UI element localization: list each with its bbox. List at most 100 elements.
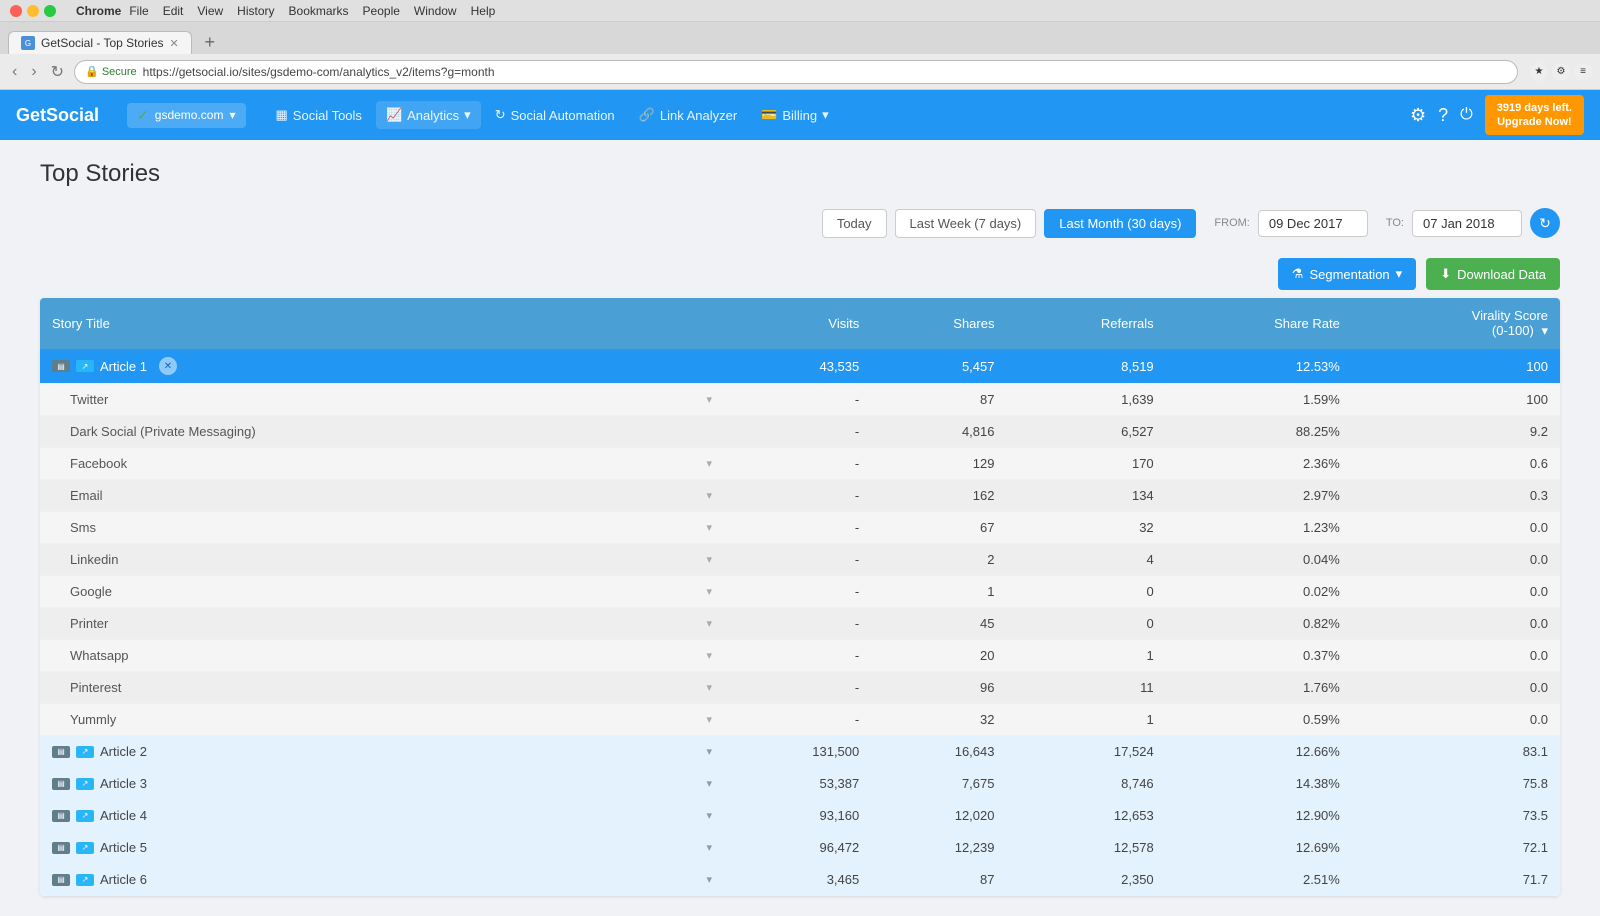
link-analyzer-icon: 🔗 [639, 107, 655, 123]
table-row[interactable]: ▤ ↗ Article 6 ▾ 3,465 87 2,350 2.51% 71.… [40, 864, 1560, 896]
article-title-cell: ▤ ↗ Article 6 ▾ [40, 864, 724, 896]
article-collapse-btn[interactable]: ✕ [159, 357, 177, 375]
menu-view[interactable]: View [197, 4, 223, 18]
reload-btn[interactable]: ↻ [47, 60, 68, 84]
maximize-window-btn[interactable] [44, 5, 56, 17]
article-share-icon: ↗ [76, 874, 94, 886]
mac-app-name: Chrome [76, 4, 121, 18]
menu-edit[interactable]: Edit [163, 4, 184, 18]
article-shares: 5,457 [871, 349, 1006, 384]
menu-window[interactable]: Window [414, 4, 457, 18]
article-share-icon: ↗ [76, 778, 94, 790]
sub-title: Facebook ▾ [40, 448, 724, 480]
table-row: Twitter ▾ - 87 1,639 1.59% 100 [40, 384, 1560, 416]
site-selector[interactable]: ✓ gsdemo.com ▾ [127, 103, 245, 128]
nav-social-automation[interactable]: ↻ Social Automation [485, 101, 625, 129]
sub-expand-icon[interactable]: ▾ [706, 649, 712, 662]
sub-expand-icon[interactable]: ▾ [706, 489, 712, 502]
menu-people[interactable]: People [363, 4, 400, 18]
page-content: Top Stories Today Last Week (7 days) Las… [0, 140, 1600, 916]
sub-expand-icon[interactable]: ▾ [706, 585, 712, 598]
col-story-title: Story Title [40, 298, 724, 349]
to-date-input[interactable] [1412, 210, 1522, 237]
article-share-icon: ↗ [76, 842, 94, 854]
table-row: Yummly ▾ - 32 1 0.59% 0.0 [40, 704, 1560, 736]
tab-close-btn[interactable]: ✕ [170, 37, 179, 50]
table-body: ▤ ↗ Article 1 ✕ 43,535 5,457 8,519 12.53… [40, 349, 1560, 896]
site-dropdown-icon: ▾ [229, 108, 235, 122]
forward-btn[interactable]: › [27, 61, 40, 83]
power-icon[interactable]: ⏻ [1460, 106, 1473, 124]
analytics-icon: 📈 [386, 107, 402, 123]
table-row[interactable]: ▤ ↗ Article 4 ▾ 93,160 12,020 12,653 12.… [40, 800, 1560, 832]
address-bar[interactable]: 🔒 Secure https://getsocial.io/sites/gsde… [74, 60, 1518, 84]
today-filter-btn[interactable]: Today [822, 209, 887, 238]
social-automation-icon: ↻ [495, 107, 506, 123]
article-page-icon: ▤ [52, 778, 70, 790]
browser-tab-active[interactable]: G GetSocial - Top Stories ✕ [8, 31, 192, 54]
menu-bookmarks[interactable]: Bookmarks [289, 4, 349, 18]
nav-billing[interactable]: 💳 Billing ▾ [751, 101, 838, 129]
menu-file[interactable]: File [129, 4, 148, 18]
nav-analytics[interactable]: 📈 Analytics ▾ [376, 101, 481, 129]
address-text: https://getsocial.io/sites/gsdemo-com/an… [143, 65, 495, 79]
download-label: Download Data [1457, 267, 1546, 282]
help-icon[interactable]: ? [1438, 105, 1448, 126]
close-window-btn[interactable] [10, 5, 22, 17]
filter-icon: ⚗ [1292, 266, 1304, 282]
article-expand-btn[interactable]: ▾ [706, 809, 712, 822]
table-row: Google ▾ - 1 0 0.02% 0.0 [40, 576, 1560, 608]
ext-icon-2[interactable]: ⚙ [1552, 63, 1570, 81]
main-nav: ▦ Social Tools 📈 Analytics ▾ ↻ Social Au… [266, 101, 839, 129]
article-page-icon: ▤ [52, 360, 70, 372]
table-row[interactable]: ▤ ↗ Article 1 ✕ 43,535 5,457 8,519 12.53… [40, 349, 1560, 384]
nav-link-analyzer[interactable]: 🔗 Link Analyzer [629, 101, 748, 129]
article-expand-btn[interactable]: ▾ [706, 777, 712, 790]
article-expand-btn[interactable]: ▾ [706, 841, 712, 854]
browser-extension-icons: ★ ⚙ ≡ [1530, 63, 1592, 81]
nav-analytics-label: Analytics [407, 108, 459, 123]
article-title-cell: ▤ ↗ Article 1 ✕ [40, 349, 724, 384]
sub-expand-icon[interactable]: ▾ [706, 617, 712, 630]
download-data-btn[interactable]: ⬇ Download Data [1426, 258, 1560, 290]
sub-expand-icon[interactable]: ▾ [706, 457, 712, 470]
col-visits: Visits [724, 298, 871, 349]
new-tab-btn[interactable]: + [196, 30, 224, 54]
article-expand-btn[interactable]: ▾ [706, 745, 712, 758]
billing-icon: 💳 [761, 107, 777, 123]
segmentation-btn[interactable]: ⚗ Segmentation ▾ [1278, 258, 1416, 290]
menu-help[interactable]: Help [471, 4, 496, 18]
from-date-input[interactable] [1258, 210, 1368, 237]
browser-tabs-bar: G GetSocial - Top Stories ✕ + [0, 22, 1600, 54]
table-row[interactable]: ▤ ↗ Article 5 ▾ 96,472 12,239 12,578 12.… [40, 832, 1560, 864]
menu-history[interactable]: History [237, 4, 274, 18]
table-row[interactable]: ▤ ↗ Article 3 ▾ 53,387 7,675 8,746 14.38… [40, 768, 1560, 800]
sub-expand-icon[interactable]: ▾ [706, 713, 712, 726]
sub-title: Sms ▾ [40, 512, 724, 544]
last-week-filter-btn[interactable]: Last Week (7 days) [895, 209, 1037, 238]
sub-title: Linkedin ▾ [40, 544, 724, 576]
refresh-btn[interactable]: ↻ [1530, 208, 1560, 238]
ext-icon-1[interactable]: ★ [1530, 63, 1548, 81]
ext-icon-3[interactable]: ≡ [1574, 63, 1592, 81]
nav-billing-label: Billing [782, 108, 817, 123]
download-icon: ⬇ [1440, 266, 1451, 282]
upgrade-button[interactable]: 3919 days left. Upgrade Now! [1485, 95, 1584, 136]
settings-icon[interactable]: ⚙ [1410, 105, 1426, 126]
upgrade-text: 3919 days left. Upgrade Now! [1497, 102, 1572, 128]
col-virality[interactable]: Virality Score (0-100) ▾ [1352, 298, 1560, 349]
last-month-filter-btn[interactable]: Last Month (30 days) [1044, 209, 1196, 238]
tab-favicon: G [21, 36, 35, 50]
table-row[interactable]: ▤ ↗ Article 2 ▾ 131,500 16,643 17,524 12… [40, 736, 1560, 768]
back-btn[interactable]: ‹ [8, 61, 21, 83]
sub-expand-icon[interactable]: ▾ [706, 393, 712, 406]
sub-expand-icon[interactable]: ▾ [706, 521, 712, 534]
sub-expand-icon[interactable]: ▾ [706, 553, 712, 566]
site-check-icon: ✓ [137, 107, 149, 124]
action-bar: ⚗ Segmentation ▾ ⬇ Download Data [40, 258, 1560, 290]
col-share-rate: Share Rate [1166, 298, 1352, 349]
sub-expand-icon[interactable]: ▾ [706, 681, 712, 694]
article-expand-btn[interactable]: ▾ [706, 873, 712, 886]
minimize-window-btn[interactable] [27, 5, 39, 17]
nav-social-tools[interactable]: ▦ Social Tools [266, 101, 372, 129]
